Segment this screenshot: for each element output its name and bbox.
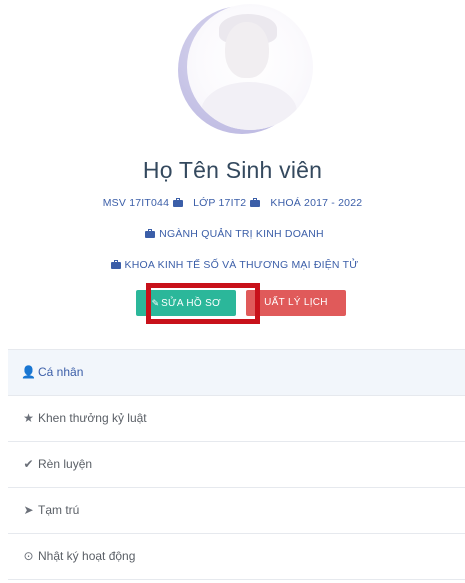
location-arrow-icon: ➤ [23,503,34,517]
export-resume-button[interactable]: UẤT LÝ LỊCH [246,290,346,316]
student-cohort: KHOÁ 2017 - 2022 [270,197,363,209]
student-name: Họ Tên Sinh viên [142,157,323,183]
export-resume-label: UẤT LÝ LỊCH [264,297,328,308]
edit-profile-button[interactable]: ✎ SỬA HỒ SƠ [136,290,236,316]
major-line: NGÀNH QUẢN TRỊ KINH DOANH [0,228,465,240]
student-info-line: MSV 17IT044 LỚP 17IT2 KHOÁ 2017 - 2022 [0,197,465,209]
menu-item-activity-log[interactable]: ⊙ Nhật ký hoạt động [8,534,465,580]
menu-item-label: Nhật ký hoạt động [38,549,136,563]
menu-item-label: Khen thưởng kỷ luật [38,411,147,425]
briefcase-icon [173,198,184,207]
user-icon: 👤 [21,365,36,379]
briefcase-icon [250,198,261,207]
avatar-face [225,22,269,78]
menu-item-personal[interactable]: 👤 Cá nhân [8,350,465,396]
avatar-shoulders [201,82,297,130]
student-faculty: KHOA KINH TẾ SỐ VÀ THƯƠNG MẠI ĐIỆN TỬ [124,259,359,271]
menu-item-label: Cá nhân [38,365,84,379]
menu-item-residence[interactable]: ➤ Tạm trú [8,488,465,534]
menu-item-label: Tạm trú [38,503,80,517]
student-id: MSV 17IT044 [102,197,170,209]
clock-icon: ⊙ [23,549,34,563]
menu-item-label: Rèn luyện [38,457,93,471]
student-profile-page: Họ Tên Sinh viên MSV 17IT044 LỚP 17IT2 KHO… [0,0,465,583]
avatar [178,4,313,134]
pencil-icon: ✎ [151,298,160,308]
avatar-photo [187,4,313,130]
menu-item-training[interactable]: ✔ Rèn luyện [8,442,465,488]
faculty-line: KHOA KINH TẾ SỐ VÀ THƯƠNG MẠI ĐIỆN TỬ [0,259,465,271]
profile-menu: 👤 Cá nhân ★ Khen thưởng kỷ luật ✔ Rèn luyện… [8,349,465,580]
menu-item-rewards-discipline[interactable]: ★ Khen thưởng kỷ luật [8,396,465,442]
briefcase-icon [110,260,121,269]
edit-profile-label: SỬA HỒ SƠ [161,298,221,309]
student-class: LỚP 17IT2 [193,197,247,209]
check-icon: ✔ [23,457,34,471]
briefcase-icon [145,229,156,238]
star-icon: ★ [23,411,34,425]
student-major: NGÀNH QUẢN TRỊ KINH DOANH [159,228,324,240]
